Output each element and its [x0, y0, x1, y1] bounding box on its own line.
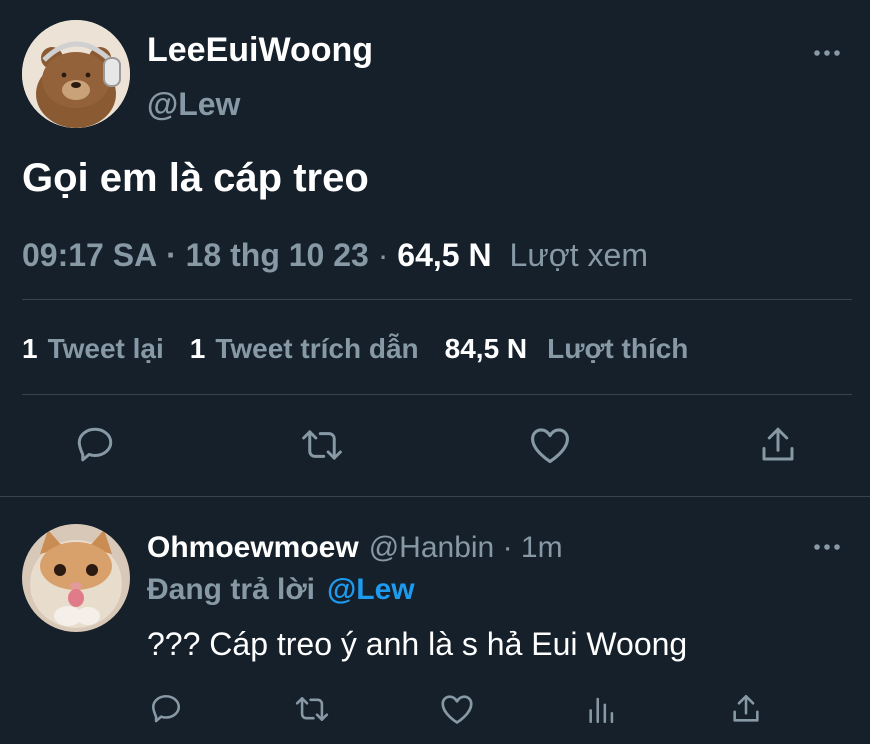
share-icon[interactable]: [757, 424, 799, 466]
reply-icon[interactable]: [149, 692, 183, 726]
likes-stat[interactable]: 84,5 N Lượt thích: [445, 331, 689, 367]
reply-display-name[interactable]: Ohmoewmoew: [147, 530, 359, 566]
divider: [22, 299, 852, 300]
more-icon[interactable]: [812, 46, 842, 60]
retweets-label: Tweet lại: [47, 333, 164, 364]
reply-separator: ·: [494, 531, 521, 564]
retweet-icon[interactable]: [299, 424, 345, 466]
replying-label: Đang trả lời: [147, 573, 316, 606]
metadata-separator: ·: [368, 237, 398, 273]
replying-to-handle[interactable]: @Lew: [327, 572, 415, 608]
quotes-label: Tweet trích dẫn: [215, 333, 419, 364]
reply-author-avatar[interactable]: [22, 524, 130, 632]
tweet-date[interactable]: 18 thg 10 23: [186, 234, 369, 276]
likes-label: Lượt thích: [547, 333, 689, 364]
author-display-name[interactable]: LeeEuiWoong: [147, 30, 373, 70]
reply-time[interactable]: 1m: [521, 530, 563, 566]
replying-to: Đang trả lời @Lew: [147, 572, 415, 608]
more-icon[interactable]: [812, 540, 842, 554]
analytics-icon[interactable]: [586, 692, 618, 726]
quotes-count: 1: [189, 333, 206, 364]
divider: [0, 496, 870, 497]
cat-avatar-image: [22, 524, 130, 632]
likes-count: 84,5 N: [444, 333, 528, 364]
tweet-time[interactable]: 09:17 SA: [22, 234, 157, 276]
views-label: Lượt xem: [509, 237, 648, 273]
reply-header: Ohmoewmoew @Hanbin · 1m: [147, 530, 563, 566]
metadata-separator: ·: [157, 237, 186, 273]
divider: [22, 394, 852, 395]
share-icon[interactable]: [729, 692, 763, 726]
reply-text: ??? Cáp treo ý anh là s hả Eui Woong: [147, 626, 688, 662]
reply-handle[interactable]: @Hanbin: [369, 530, 495, 566]
heart-icon[interactable]: [528, 424, 572, 466]
views-count: 64,5 N: [397, 237, 492, 273]
author-handle[interactable]: @Lew: [147, 84, 240, 124]
author-avatar[interactable]: [22, 20, 130, 128]
engagement-stats: 1 Tweet lại 1 Tweet trích dẫn 84,5 N Lượ…: [22, 331, 688, 367]
bear-avatar-image: [22, 20, 130, 128]
retweets-count: 1: [22, 333, 38, 364]
reply-icon[interactable]: [74, 424, 116, 466]
heart-icon[interactable]: [439, 692, 475, 726]
tweet-metadata: 09:17 SA · 18 thg 10 23 · 64,5 N Lượt xe…: [22, 234, 648, 276]
retweet-icon[interactable]: [293, 692, 331, 726]
tweet-text: Gọi em là cáp treo: [22, 156, 369, 200]
retweets-stat[interactable]: 1 Tweet lại: [22, 331, 164, 367]
quotes-stat[interactable]: 1 Tweet trích dẫn: [190, 331, 419, 367]
